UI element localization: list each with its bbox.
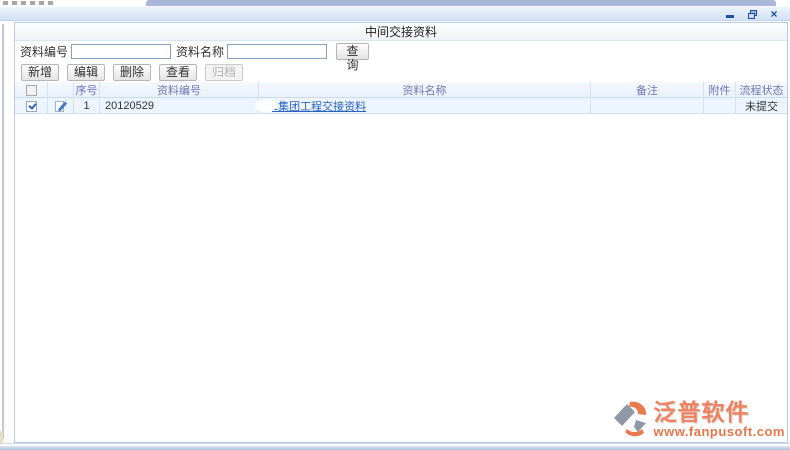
top-frame-bar — [146, 0, 776, 6]
dialog-window: × 中间交接资料 资料编号 资料名称 查询 新增 编辑 删除 查看 归档 序号 … — [0, 0, 790, 450]
window-titlebar: × — [0, 7, 790, 21]
header-remark: 备注 — [591, 82, 704, 98]
table-row: 1 20120529 1集团工程交接资料 未提交 — [15, 98, 787, 114]
material-name-input[interactable] — [227, 44, 327, 59]
minimize-icon[interactable] — [724, 9, 736, 20]
minimize-glyph — [726, 15, 734, 18]
material-name-link[interactable]: 1集团工程交接资料 — [272, 98, 366, 114]
material-name-label: 资料名称 — [176, 43, 224, 60]
page-title: 中间交接资料 — [15, 23, 787, 41]
row-edit-cell — [48, 98, 74, 114]
close-icon[interactable]: × — [768, 9, 780, 20]
view-button[interactable]: 查看 — [159, 64, 197, 81]
row-status: 未提交 — [736, 98, 787, 114]
restore-glyph — [748, 10, 757, 19]
watermark-brand: 泛普软件 — [653, 399, 785, 425]
header-status: 流程状态 — [736, 82, 787, 98]
archive-button: 归档 — [205, 64, 243, 81]
row-checkbox-cell — [15, 98, 48, 114]
row-code: 20120529 — [100, 98, 259, 114]
handover-materials-panel: 中间交接资料 资料编号 资料名称 查询 新增 编辑 删除 查看 归档 序号 资料… — [14, 22, 788, 443]
row-seq: 1 — [74, 98, 100, 114]
header-edit-cell — [48, 82, 74, 98]
table-header: 序号 资料编号 资料名称 备注 附件 流程状态 — [15, 82, 787, 98]
row-remark — [591, 98, 704, 114]
fanpu-logo-icon — [613, 399, 651, 439]
material-code-label: 资料编号 — [20, 43, 68, 60]
toolbar: 新增 编辑 删除 查看 归档 — [15, 62, 787, 82]
row-checkbox[interactable] — [26, 101, 37, 112]
browser-tab-fragment — [3, 1, 55, 5]
watermark-url: www.fanpusoft.com — [653, 425, 785, 439]
delete-button[interactable]: 删除 — [113, 64, 151, 81]
header-attachment: 附件 — [704, 82, 736, 98]
window-controls: × — [724, 8, 780, 20]
add-button[interactable]: 新增 — [21, 64, 59, 81]
watermark-text: 泛普软件 www.fanpusoft.com — [653, 399, 785, 439]
collapsed-splitter[interactable] — [2, 24, 4, 439]
edit-pencil-icon[interactable] — [55, 100, 67, 112]
edit-button[interactable]: 编辑 — [67, 64, 105, 81]
header-seq: 序号 — [74, 82, 100, 98]
redaction-oval — [255, 99, 277, 112]
row-name-cell: 1集团工程交接资料 — [259, 98, 591, 114]
query-button[interactable]: 查询 — [336, 43, 369, 60]
header-code: 资料编号 — [100, 82, 259, 98]
header-name: 资料名称 — [259, 82, 591, 98]
row-attachment — [704, 98, 736, 114]
bottom-divider — [0, 443, 790, 444]
select-all-checkbox[interactable] — [26, 85, 37, 96]
search-bar: 资料编号 资料名称 查询 — [15, 41, 787, 62]
splitter-accent — [0, 431, 3, 443]
vendor-watermark: 泛普软件 www.fanpusoft.com — [613, 399, 785, 439]
restore-icon[interactable] — [746, 9, 758, 20]
material-code-input[interactable] — [71, 44, 171, 59]
bottom-frame-strip — [0, 445, 790, 450]
header-checkbox-cell — [15, 82, 48, 98]
